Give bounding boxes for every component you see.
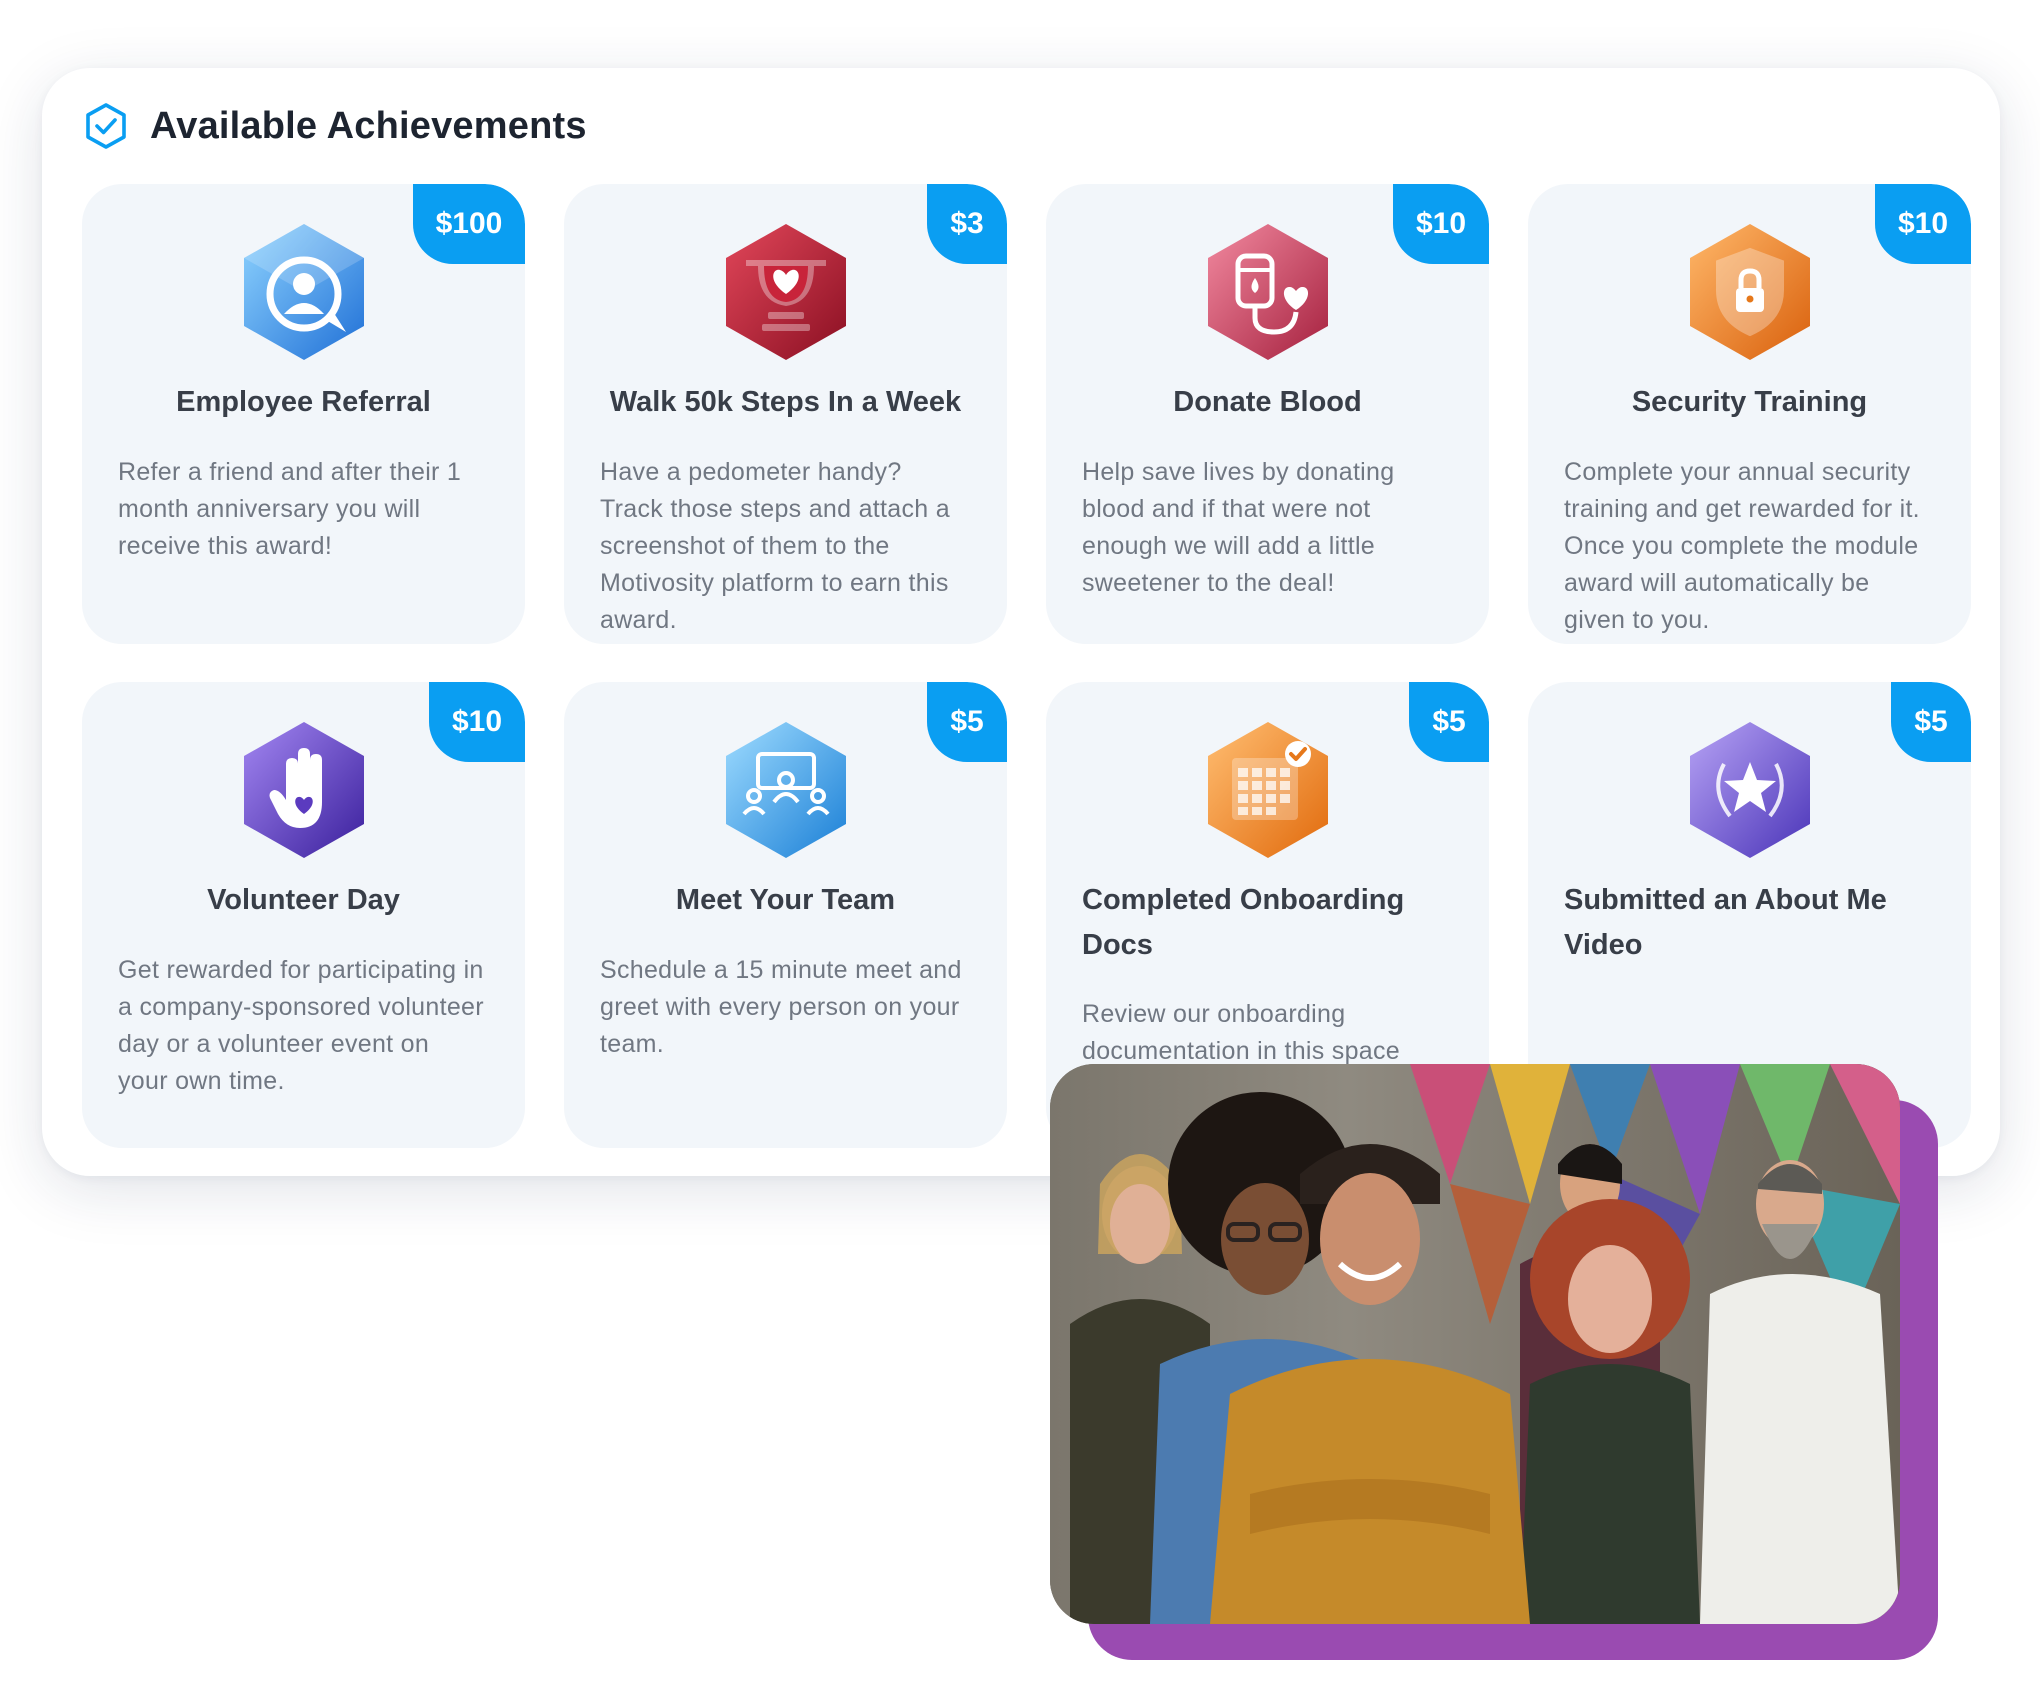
star-laurel-icon <box>1680 718 1820 862</box>
team-meeting-icon <box>716 718 856 862</box>
achievement-card-volunteer-day[interactable]: $10 Volunteer Day Get rewarded for parti… <box>82 682 525 1148</box>
reward-badge: $5 <box>1891 682 1971 762</box>
team-group-photo <box>1050 1064 1900 1624</box>
reward-badge: $100 <box>413 184 525 264</box>
achievement-title: Walk 50k Steps In a Week <box>609 386 962 418</box>
calendar-check-icon <box>1198 718 1338 862</box>
achievement-title: Volunteer Day <box>207 884 400 916</box>
achievement-card-security-training[interactable]: $10 Security Training Complete your annu… <box>1528 184 1971 644</box>
referral-person-icon <box>234 220 374 364</box>
achievement-description: Schedule a 15 minute meet and greet with… <box>600 956 962 1058</box>
panel-header: Available Achievements <box>82 102 587 150</box>
verified-check-hexagon-icon <box>82 102 130 150</box>
achievements-panel: Available Achievements $100 Employee Ref… <box>42 68 2000 1176</box>
reward-badge: $5 <box>927 682 1007 762</box>
shield-lock-icon <box>1680 220 1820 364</box>
achievement-title: Donate Blood <box>1173 386 1362 418</box>
achievement-description: Complete your annual security training a… <box>1564 458 1920 634</box>
achievement-card-walk-50k-steps[interactable]: $3 Walk 50k Steps In a Week Have a pedom… <box>564 184 1007 644</box>
raised-hand-heart-icon <box>234 718 374 862</box>
reward-badge: $10 <box>429 682 525 762</box>
blood-bag-heart-icon <box>1198 220 1338 364</box>
achievement-title: Meet Your Team <box>675 884 896 916</box>
achievement-card-donate-blood[interactable]: $10 Donate Blood Help save lives by dona… <box>1046 184 1489 644</box>
panel-title: Available Achievements <box>150 104 587 147</box>
achievement-description: Have a pedometer handy? Track those step… <box>600 458 950 634</box>
reward-badge: $5 <box>1409 682 1489 762</box>
achievement-title: Security Training <box>1631 386 1868 418</box>
achievement-description: Get rewarded for participating in a comp… <box>118 956 484 1095</box>
achievement-card-meet-your-team[interactable]: $5 Meet Your Team Schedule a 15 minute m… <box>564 682 1007 1148</box>
achievement-title: Employee Referral <box>176 386 431 418</box>
reward-badge: $10 <box>1875 184 1971 264</box>
reward-badge: $3 <box>927 184 1007 264</box>
achievement-title: Submitted an About Me Video <box>1564 884 1887 961</box>
achievement-description: Help save lives by donating blood and if… <box>1082 458 1395 597</box>
achievement-description: Review our onboarding documentation in t… <box>1082 1000 1401 1065</box>
achievement-title: Completed Onboarding Docs <box>1082 884 1405 961</box>
achievement-card-employee-referral[interactable]: $100 Employee Referral Refer a friend an… <box>82 184 525 644</box>
achievement-description: Refer a friend and after their 1 month a… <box>118 458 462 560</box>
reward-badge: $10 <box>1393 184 1489 264</box>
trophy-heart-icon <box>716 220 856 364</box>
